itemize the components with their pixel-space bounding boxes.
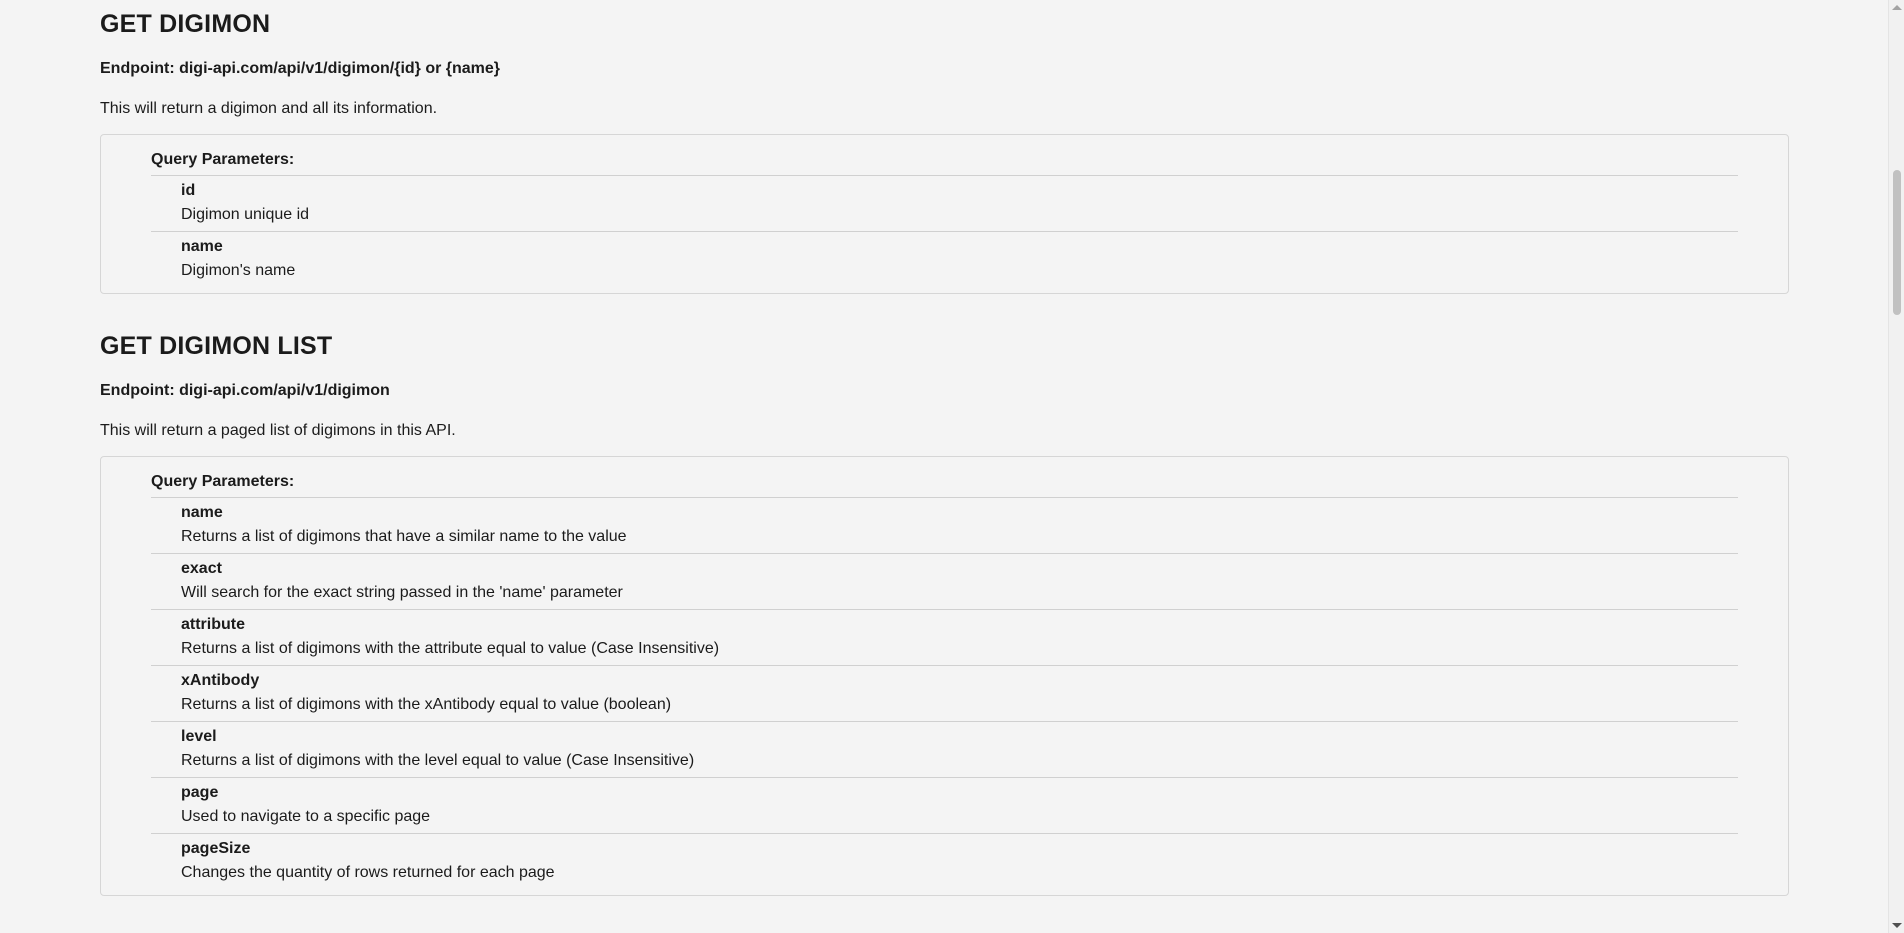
param-description: Digimon unique id [181,206,310,223]
param-name: exact [181,560,222,577]
param-name: page [181,784,219,801]
param-name: pageSize [181,840,251,857]
param-name: level [181,728,217,745]
param-description: Returns a list of digimons with the attr… [181,640,720,657]
param-description: Returns a list of digimons that have a s… [181,528,627,545]
param-description: Changes the quantity of rows returned fo… [181,864,555,881]
section-description: This will return a paged list of digimon… [100,422,456,439]
param-description: Returns a list of digimons with the leve… [181,752,695,769]
param-name: xAntibody [181,672,260,689]
query-parameters-box: Query Parameters: name Returns a list of… [100,456,1789,896]
scrollbar-thumb[interactable] [1893,170,1901,315]
param-row-id: id Digimon unique id [151,176,1738,232]
param-row-exact: exact Will search for the exact string p… [151,554,1738,610]
section-description: This will return a digimon and all its i… [100,100,438,117]
param-row-attribute: attribute Returns a list of digimons wit… [151,610,1738,666]
query-parameters-box: Query Parameters: id Digimon unique id n… [100,134,1789,294]
param-name: attribute [181,616,245,633]
query-parameters-title: Query Parameters: [151,472,1738,498]
chevron-up-icon[interactable] [1892,5,1902,10]
param-description: Used to navigate to a specific page [181,808,431,825]
param-row-xantibody: xAntibody Returns a list of digimons wit… [151,666,1738,722]
param-row-name: name Returns a list of digimons that hav… [151,498,1738,554]
param-name: name [181,238,223,255]
query-parameters-title: Query Parameters: [151,150,1738,176]
section-title: GET DIGIMON LIST [100,332,333,360]
param-row-level: level Returns a list of digimons with th… [151,722,1738,778]
api-docs-content: GET DIGIMON Endpoint: digi-api.com/api/v… [100,0,1789,896]
vertical-scrollbar[interactable] [1888,0,1904,933]
chevron-down-icon[interactable] [1892,923,1902,928]
param-description: Digimon's name [181,262,296,279]
param-name: id [181,182,196,199]
param-description: Will search for the exact string passed … [181,584,623,601]
param-row-pagesize: pageSize Changes the quantity of rows re… [151,834,1738,889]
param-description: Returns a list of digimons with the xAnt… [181,696,672,713]
param-row-name: name Digimon's name [151,232,1738,287]
endpoint-text: Endpoint: digi-api.com/api/v1/digimon/{i… [100,60,501,77]
section-title: GET DIGIMON [100,10,271,38]
endpoint-text: Endpoint: digi-api.com/api/v1/digimon [100,382,390,399]
get-digimon-section: GET DIGIMON Endpoint: digi-api.com/api/v… [100,0,1789,294]
get-digimon-list-section: GET DIGIMON LIST Endpoint: digi-api.com/… [100,331,1789,896]
param-row-page: page Used to navigate to a specific page [151,778,1738,834]
param-name: name [181,504,223,521]
page-viewport: GET DIGIMON Endpoint: digi-api.com/api/v… [0,0,1888,933]
